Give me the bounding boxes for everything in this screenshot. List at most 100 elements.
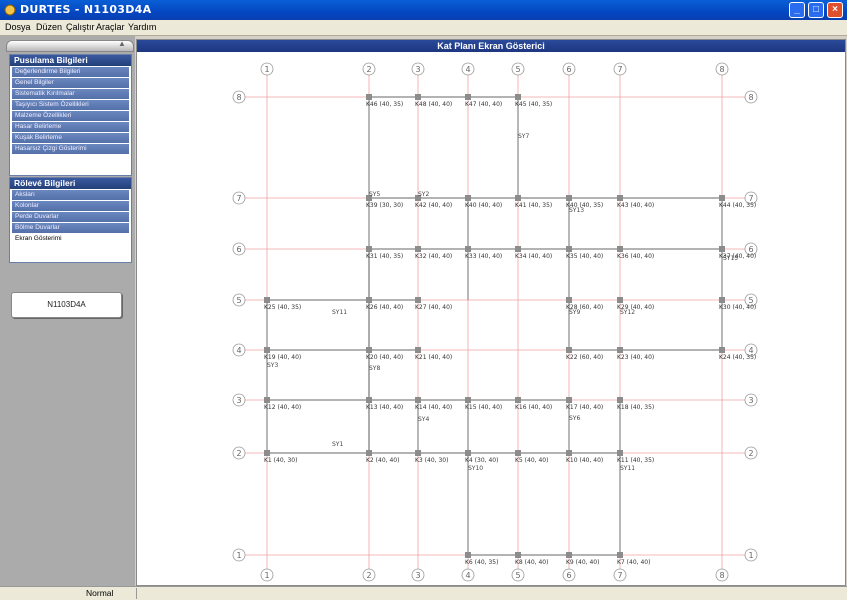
wall-tag: SY9 xyxy=(569,309,580,316)
menu-item-yardim[interactable]: Yardım xyxy=(128,22,156,32)
sidebar-item[interactable]: Değerlendirme Bilgileri xyxy=(12,67,129,77)
column-label: K18 (40, 35) xyxy=(617,404,654,411)
column-label: K23 (40, 40) xyxy=(617,354,654,361)
column-label: K15 (40, 40) xyxy=(465,404,502,411)
axis-bottom-4-label: 4 xyxy=(465,571,470,580)
column-label: K16 (40, 40) xyxy=(515,404,552,411)
axis-top-3-label: 3 xyxy=(415,65,420,74)
wall-tag: SY2 xyxy=(418,191,429,198)
wall-tag: SY3 xyxy=(267,362,278,369)
plan-title: Kat Planı Ekran Gösterici xyxy=(137,40,845,52)
wall-tag: SY7 xyxy=(518,133,529,140)
column-label: K14 (40, 40) xyxy=(415,404,452,411)
column-label: K27 (40, 40) xyxy=(415,304,452,311)
column-marker xyxy=(366,94,372,100)
menu-item-calistir[interactable]: Çalıştır xyxy=(66,22,95,32)
column-label: K10 (40, 40) xyxy=(566,457,603,464)
column-label: K22 (60, 40) xyxy=(566,354,603,361)
column-label: K20 (40, 40) xyxy=(366,354,403,361)
sidebar-item[interactable]: Kuşak Belirleme xyxy=(12,133,129,143)
column-marker xyxy=(719,195,725,201)
axis-top-4-label: 4 xyxy=(465,65,470,74)
axis-bottom-7-label: 7 xyxy=(617,571,622,580)
column-marker xyxy=(566,347,572,353)
column-marker xyxy=(415,347,421,353)
floor-plan-canvas[interactable]: 11223344556677888 87 76 65 54 43 32 21 1K46 (40,… xyxy=(137,52,845,585)
column-marker xyxy=(415,397,421,403)
sidebar-item[interactable]: Hasar Belirleme xyxy=(12,122,129,132)
axis-right-8-label: 8 xyxy=(748,93,753,102)
project-button[interactable]: N1103D4A xyxy=(11,292,122,318)
axis-top-6-label: 6 xyxy=(566,65,571,74)
column-marker xyxy=(465,195,471,201)
column-marker xyxy=(264,347,270,353)
column-label: K40 (40, 40) xyxy=(465,202,502,209)
column-label: K31 (40, 35) xyxy=(366,253,403,260)
panel-header-roleve: Rölevé Bilgileri xyxy=(10,178,131,189)
sidebar-item-ekran-gosterimi[interactable]: Ekran Gösterimi xyxy=(12,234,129,244)
sidebar-item[interactable]: Genel Bilgiler xyxy=(12,78,129,88)
column-marker xyxy=(515,397,521,403)
column-label: K19 (40, 40) xyxy=(264,354,301,361)
column-label: K11 (40, 35) xyxy=(617,457,654,464)
column-label: K7 (40, 40) xyxy=(617,559,650,566)
menu-item-dosya[interactable]: Dosya xyxy=(5,22,31,32)
sidebar-item[interactable]: Bölme Duvarlar xyxy=(12,223,129,233)
column-marker xyxy=(415,297,421,303)
sidebar-item[interactable]: Malzeme Özellikleri xyxy=(12,111,129,121)
menu-item-duzen[interactable]: Düzen xyxy=(36,22,62,32)
sidebar-item[interactable]: Aksları xyxy=(12,190,129,200)
column-label: K41 (40, 35) xyxy=(515,202,552,209)
minimize-button[interactable]: _ xyxy=(789,2,805,18)
column-marker xyxy=(366,397,372,403)
chevron-up-icon[interactable]: ▲ xyxy=(118,39,126,48)
column-marker xyxy=(515,552,521,558)
wall-tag: SY1 xyxy=(332,441,343,448)
column-marker xyxy=(566,297,572,303)
axis-left-4-label: 4 xyxy=(236,346,241,355)
column-marker xyxy=(566,246,572,252)
axis-left-7-label: 7 xyxy=(236,194,241,203)
column-marker xyxy=(617,397,623,403)
column-marker xyxy=(366,450,372,456)
window-title: DURTES - N1103D4A xyxy=(20,3,152,16)
column-marker xyxy=(465,397,471,403)
column-marker xyxy=(617,552,623,558)
status-bar: Normal xyxy=(0,586,847,600)
sidebar-item[interactable]: Sistematik Kırılmalar xyxy=(12,89,129,99)
column-label: K34 (40, 40) xyxy=(515,253,552,260)
column-marker xyxy=(566,195,572,201)
column-label: K6 (40, 35) xyxy=(465,559,498,566)
sidebar-item[interactable]: Taşıyıcı Sistem Özellikleri xyxy=(12,100,129,110)
sidebar-item[interactable]: Hasarsız Çizgi Gösterimi xyxy=(12,144,129,154)
sidebar-item[interactable]: Perde Duvarlar xyxy=(12,212,129,222)
column-marker xyxy=(415,246,421,252)
column-marker xyxy=(515,246,521,252)
column-label: K35 (40, 40) xyxy=(566,253,603,260)
sidebar: ▲ Pusulama Bilgileri Değerlendirme Bilgi… xyxy=(0,36,135,586)
axis-bottom-6-label: 6 xyxy=(566,571,571,580)
sidebar-item[interactable]: Kolonlar xyxy=(12,201,129,211)
axis-bottom-2-label: 2 xyxy=(366,571,371,580)
wall-tag: SY6 xyxy=(569,415,580,422)
axis-left-1-label: 1 xyxy=(236,551,241,560)
column-marker xyxy=(465,94,471,100)
column-label: K46 (40, 35) xyxy=(366,101,403,108)
column-marker xyxy=(415,450,421,456)
menu-item-araclar[interactable]: Araçlar xyxy=(96,22,125,32)
panel-pusulama: Pusulama Bilgileri Değerlendirme Bilgile… xyxy=(9,54,132,176)
menu-bar: Dosya Düzen Çalıştır Araçlar Yardım xyxy=(0,20,847,36)
column-marker xyxy=(465,246,471,252)
column-marker xyxy=(515,450,521,456)
column-marker xyxy=(366,246,372,252)
column-marker xyxy=(719,297,725,303)
close-button[interactable]: × xyxy=(827,2,843,18)
column-marker xyxy=(465,450,471,456)
wall-tag: SY4 xyxy=(418,416,429,423)
axis-bottom-1-label: 1 xyxy=(264,571,269,580)
axis-top-7-label: 7 xyxy=(617,65,622,74)
maximize-button[interactable]: □ xyxy=(808,2,824,18)
axis-right-2-label: 2 xyxy=(748,449,753,458)
column-label: K33 (40, 40) xyxy=(465,253,502,260)
wall-tag: SY15 xyxy=(723,255,738,262)
